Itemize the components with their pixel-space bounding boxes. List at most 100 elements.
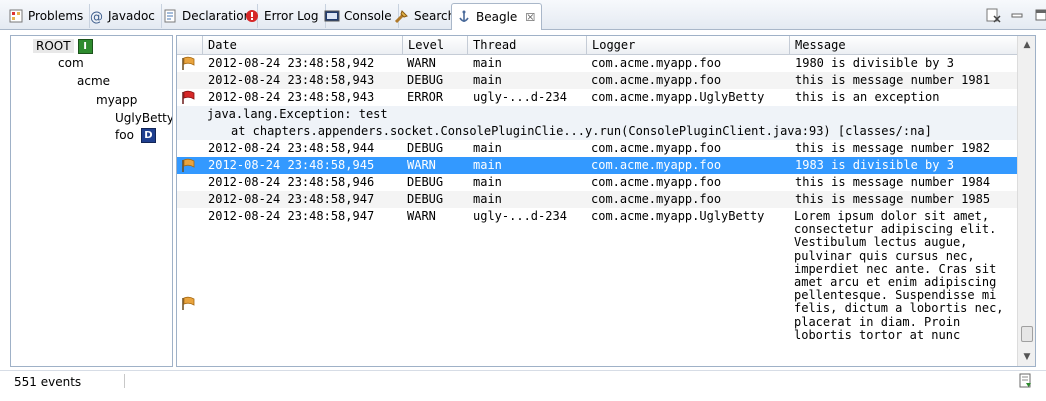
cell-message: 1980 is divisible by 3	[795, 56, 954, 70]
tab-label: Javadoc	[108, 9, 155, 23]
cell-date: 2012-08-24 23:48:58,947	[208, 192, 375, 206]
cell-logger: com.acme.myapp.UglyBetty	[591, 90, 765, 104]
search-icon	[394, 8, 410, 24]
cell-message: 1983 is divisible by 3	[795, 158, 954, 172]
cell-thread: ugly-...d-234	[473, 90, 567, 104]
view-toolbar	[984, 6, 1046, 24]
table-row[interactable]: 2012-08-24 23:48:58,943 DEBUG main com.a…	[177, 72, 1017, 89]
cell-thread: ugly-...d-234	[473, 209, 567, 223]
tab-label: Beagle	[476, 10, 518, 24]
tab-label: Error Log	[264, 9, 319, 23]
cell-level: DEBUG	[407, 73, 444, 87]
cell-logger: com.acme.myapp.foo	[591, 192, 722, 206]
tab-beagle[interactable]: Beagle ☒	[451, 3, 543, 30]
tree-node-foo[interactable]: foo D	[112, 126, 156, 144]
scroll-lock-icon[interactable]	[1016, 372, 1034, 390]
warn-flag-icon	[182, 296, 195, 310]
tab-problems[interactable]: Problems	[4, 4, 91, 28]
column-header-level[interactable]: Level	[402, 36, 467, 55]
view-tab-bar: Problems @ Javadoc Declaration Error Log…	[0, 0, 1046, 30]
clear-log-icon[interactable]	[984, 6, 1002, 24]
tree-node-label: com	[58, 56, 84, 70]
cell-thread: main	[473, 56, 502, 70]
cell-level: DEBUG	[407, 175, 444, 189]
table-row[interactable]: 2012-08-24 23:48:58,947 WARN ugly-...d-2…	[177, 208, 1017, 366]
table-row[interactable]: 2012-08-24 23:48:58,946 DEBUG main com.a…	[177, 174, 1017, 191]
table-row-selected[interactable]: 2012-08-24 23:48:58,945 WARN main com.ac…	[177, 157, 1017, 174]
console-icon	[324, 8, 340, 24]
cell-logger: com.acme.myapp.foo	[591, 158, 722, 172]
status-bar: 551 events	[0, 370, 1046, 401]
svg-text:@: @	[90, 10, 103, 24]
log-event-table: Date Level Thread Logger Message 2012-08…	[176, 35, 1036, 367]
table-row[interactable]: 2012-08-24 23:48:58,942 WARN main com.ac…	[177, 55, 1017, 72]
tree-node-label: ROOT	[33, 39, 74, 53]
cell-level: WARN	[407, 158, 436, 172]
cell-date: 2012-08-24 23:48:58,947	[208, 209, 375, 223]
cell-logger: com.acme.myapp.foo	[591, 141, 722, 155]
tree-node-myapp[interactable]: myapp	[93, 91, 140, 109]
cell-date: 2012-08-24 23:48:58,944	[208, 141, 375, 155]
cell-date: 2012-08-24 23:48:58,943	[208, 90, 375, 104]
cell-message: this is an exception	[795, 90, 940, 104]
cell-logger: com.acme.myapp.foo	[591, 56, 722, 70]
minimize-icon[interactable]	[1008, 6, 1026, 24]
cell-level: DEBUG	[407, 192, 444, 206]
declaration-icon	[162, 8, 178, 24]
tree-node-label: UglyBetty	[115, 111, 173, 125]
cell-date: 2012-08-24 23:48:58,946	[208, 175, 375, 189]
beagle-icon	[456, 9, 472, 25]
exception-stack-frame: at chapters.appenders.socket.ConsolePlug…	[177, 123, 1017, 140]
logger-tree: ROOT I com acme myapp UglyBetty foo D	[10, 35, 173, 367]
table-row[interactable]: 2012-08-24 23:48:58,943 ERROR ugly-...d-…	[177, 89, 1017, 106]
table-row[interactable]: 2012-08-24 23:48:58,944 DEBUG main com.a…	[177, 140, 1017, 157]
scroll-up-icon[interactable]: ▲	[1020, 38, 1034, 52]
cell-date: 2012-08-24 23:48:58,942	[208, 56, 375, 70]
cell-thread: main	[473, 175, 502, 189]
cell-thread: main	[473, 73, 502, 87]
table-row[interactable]: 2012-08-24 23:48:58,947 DEBUG main com.a…	[177, 191, 1017, 208]
tree-node-com[interactable]: com	[55, 54, 87, 72]
cell-message: this is message number 1985	[795, 192, 991, 206]
tree-node-label: acme	[77, 74, 111, 88]
tree-node-uglybetty[interactable]: UglyBetty	[112, 109, 173, 127]
scroll-down-icon[interactable]: ▼	[1020, 350, 1034, 364]
tree-node-label: foo	[115, 128, 134, 142]
scrollbar-thumb[interactable]	[1021, 326, 1033, 342]
cell-logger: com.acme.myapp.UglyBetty	[591, 209, 765, 223]
error-log-icon	[244, 8, 260, 24]
tab-label: Console	[344, 9, 392, 23]
cell-thread: main	[473, 141, 502, 155]
cell-logger: com.acme.myapp.foo	[591, 73, 722, 87]
cell-message: Lorem ipsum dolor sit amet, consectetur …	[794, 209, 1004, 342]
cell-thread: main	[473, 192, 502, 206]
exception-message: java.lang.Exception: test	[177, 106, 1017, 123]
cell-message: this is message number 1982	[795, 141, 991, 155]
tab-console[interactable]: Console	[320, 4, 399, 28]
cell-message: this is message number 1984	[795, 175, 991, 189]
warn-flag-icon	[182, 56, 195, 70]
column-header-message[interactable]: Message	[789, 36, 1017, 55]
status-divider	[124, 374, 125, 388]
level-info-icon: I	[77, 38, 93, 54]
column-header-logger[interactable]: Logger	[586, 36, 789, 55]
column-header-date[interactable]: Date	[202, 36, 402, 55]
tab-javadoc[interactable]: @ Javadoc	[84, 4, 162, 28]
column-header-thread[interactable]: Thread	[467, 36, 586, 55]
cell-date: 2012-08-24 23:48:58,945	[208, 158, 375, 172]
warn-flag-icon	[182, 158, 195, 172]
cell-level: ERROR	[407, 90, 444, 104]
table-header: Date Level Thread Logger Message	[177, 36, 1017, 55]
tree-node-root[interactable]: ROOT I	[33, 37, 93, 55]
table-body: 2012-08-24 23:48:58,942 WARN main com.ac…	[177, 55, 1017, 366]
close-icon[interactable]: ☒	[525, 11, 535, 24]
cell-level: WARN	[407, 56, 436, 70]
tab-error-log[interactable]: Error Log	[240, 4, 326, 28]
error-flag-icon	[182, 90, 195, 104]
event-count: 551 events	[14, 375, 82, 389]
maximize-icon[interactable]	[1032, 6, 1046, 24]
cell-date: 2012-08-24 23:48:58,943	[208, 73, 375, 87]
tree-node-acme[interactable]: acme	[74, 72, 113, 90]
vertical-scrollbar[interactable]: ▲ ▼	[1017, 36, 1035, 366]
tab-label: Problems	[28, 9, 84, 23]
